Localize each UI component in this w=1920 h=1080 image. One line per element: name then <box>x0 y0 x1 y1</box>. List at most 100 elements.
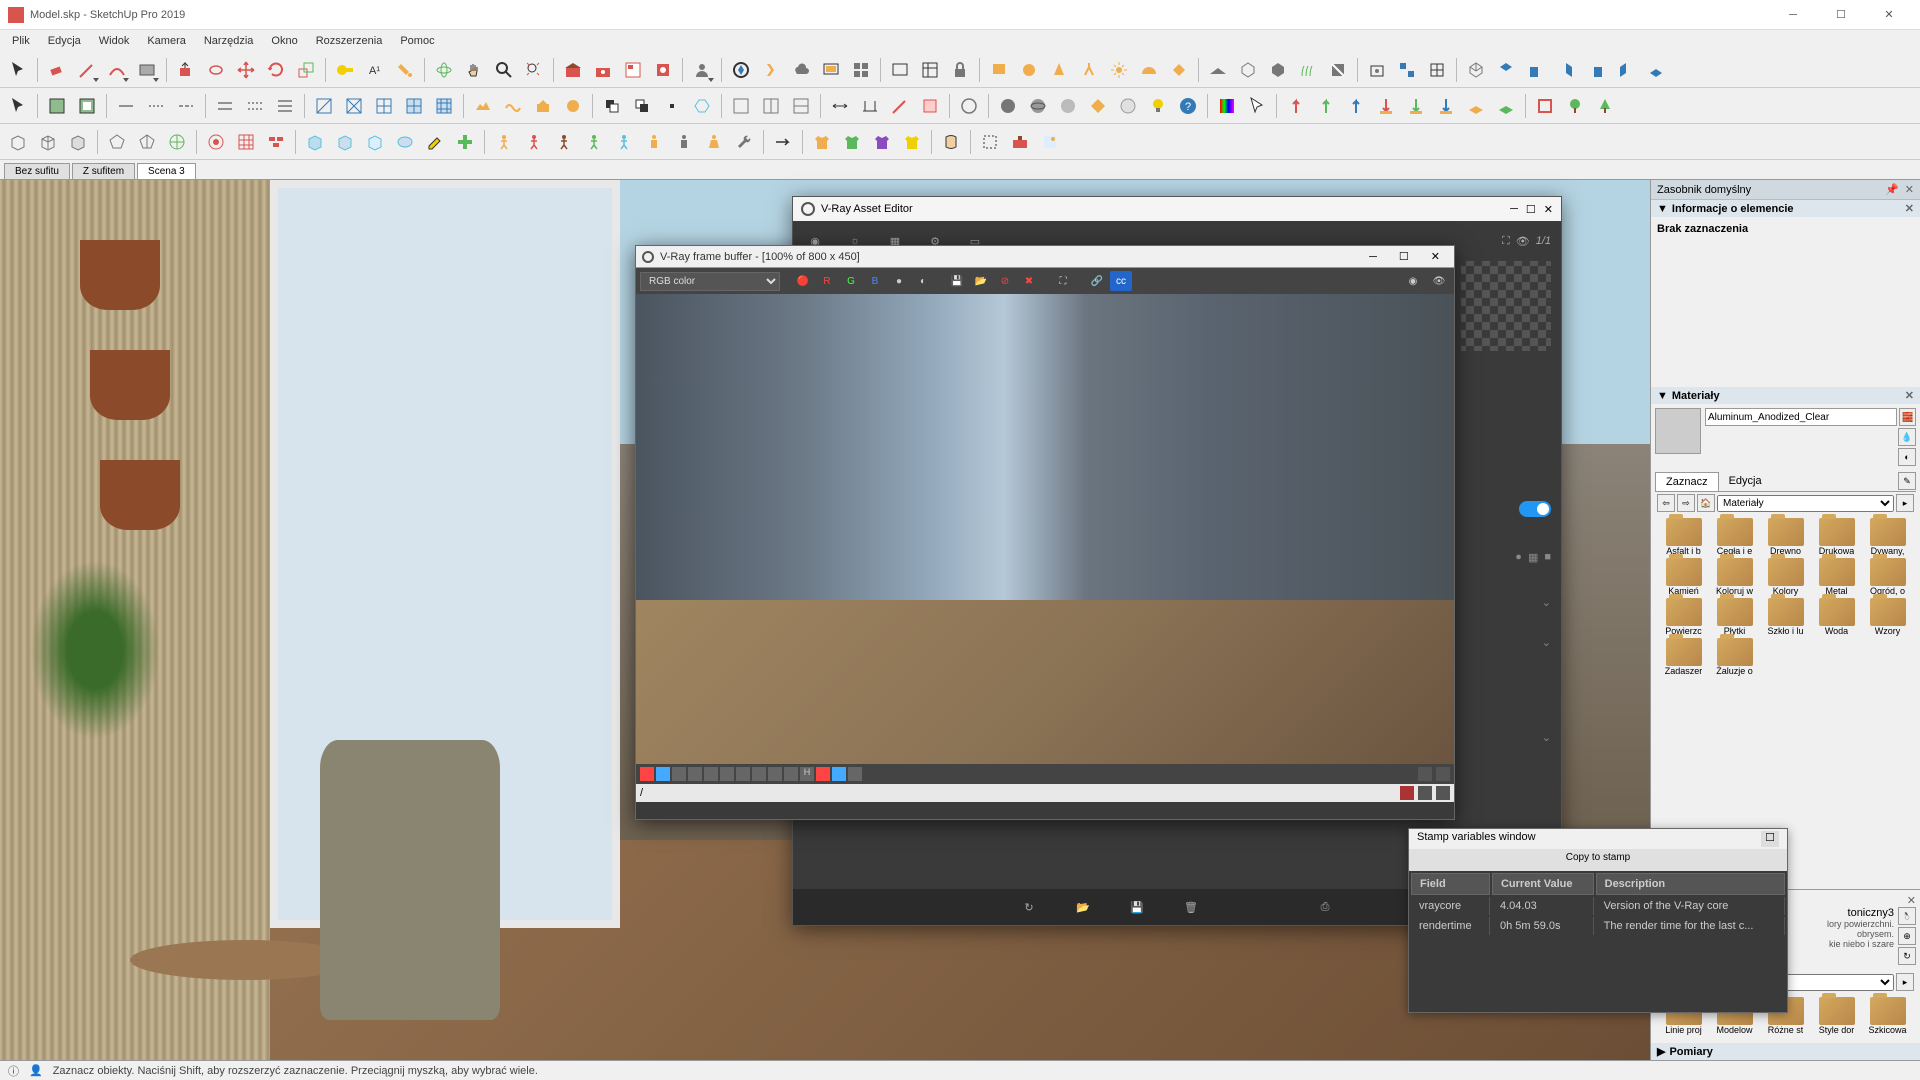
vray-asset-expand[interactable]: ⛶ <box>1502 235 1510 248</box>
top-view[interactable] <box>1492 56 1520 84</box>
material-folder[interactable]: Kolory <box>1761 558 1810 596</box>
vfb-b-button[interactable]: B <box>864 271 886 291</box>
vfb-status-rec[interactable] <box>1400 786 1414 800</box>
vfb-tool-2[interactable] <box>656 767 670 781</box>
figure-tool3[interactable] <box>550 128 578 156</box>
polyhedron-1[interactable] <box>103 128 131 156</box>
vray-light-sphere[interactable] <box>1015 56 1043 84</box>
material-folder[interactable]: Koloruj w <box>1710 558 1759 596</box>
style-folder[interactable]: Szkicowa <box>1863 997 1912 1035</box>
eraser-tool[interactable] <box>43 56 71 84</box>
maximize-button[interactable]: ☐ <box>1818 0 1864 30</box>
vray-asset-editor[interactable] <box>916 56 944 84</box>
select2-tool[interactable] <box>4 92 32 120</box>
vfb-cc-button[interactable]: cc <box>1110 271 1132 291</box>
vray-asset-titlebar[interactable]: V-Ray Asset Editor ─ ☐ ✕ <box>793 197 1561 221</box>
vray-toggle-switch[interactable] <box>1519 501 1551 517</box>
menu-view[interactable]: Widok <box>91 33 138 49</box>
materials-header[interactable]: ▼ Materiały ✕ <box>1651 387 1920 404</box>
vfb-lens-button[interactable]: 👁 <box>1428 271 1450 291</box>
vfb-tool-4[interactable] <box>688 767 702 781</box>
stamp-close[interactable]: ☐ <box>1761 831 1779 847</box>
vray-asset-minimize[interactable]: ─ <box>1510 203 1518 216</box>
grid-align[interactable] <box>232 128 260 156</box>
vray-interactive[interactable] <box>757 56 785 84</box>
vfb-history-button[interactable]: ◉ <box>1402 271 1424 291</box>
tray-pin-icon[interactable]: 📌 <box>1885 183 1899 196</box>
material-folder[interactable]: Asfalt i b <box>1659 518 1708 556</box>
vfb-status-btn2[interactable] <box>1436 786 1450 800</box>
shirt-purple[interactable] <box>868 128 896 156</box>
vray-clipper[interactable] <box>1324 56 1352 84</box>
user-profile[interactable] <box>688 56 716 84</box>
pushpull-tool[interactable] <box>172 56 200 84</box>
brick-tool[interactable] <box>262 128 290 156</box>
vfb-tool-9[interactable] <box>768 767 782 781</box>
material-folder[interactable]: Szkło i lu <box>1761 598 1810 636</box>
vfb-tool-11[interactable] <box>816 767 830 781</box>
dims-tool3[interactable] <box>886 92 914 120</box>
menu-tools[interactable]: Narzędzia <box>196 33 262 49</box>
left-view[interactable] <box>1612 56 1640 84</box>
vray-stamp3[interactable] <box>1423 56 1451 84</box>
vfb-status-btn1[interactable] <box>1418 786 1432 800</box>
vray-refresh-button[interactable]: ↻ <box>1017 895 1041 919</box>
arrow-tool[interactable] <box>769 128 797 156</box>
vray-batch[interactable] <box>847 56 875 84</box>
cursor-tool[interactable] <box>1243 92 1271 120</box>
materials-fwd-button[interactable]: ⇨ <box>1677 494 1695 512</box>
stamp-row[interactable]: rendertime0h 5m 59.0sThe render time for… <box>1411 917 1785 935</box>
misc-tool2[interactable] <box>976 128 1004 156</box>
misc-tool1[interactable] <box>937 128 965 156</box>
misc-tool4[interactable] <box>1036 128 1064 156</box>
style-update-button[interactable]: ै <box>1898 907 1916 925</box>
section-tool1[interactable] <box>727 92 755 120</box>
solid-tool4[interactable] <box>688 92 716 120</box>
shirt-yellow[interactable] <box>898 128 926 156</box>
rainbow-tool[interactable] <box>1213 92 1241 120</box>
user-icon[interactable]: 👤 <box>29 1064 43 1077</box>
sandbox4[interactable] <box>559 92 587 120</box>
material-preview-swatch[interactable] <box>1655 408 1701 454</box>
material-default-button[interactable]: ◐ <box>1898 448 1916 466</box>
vfb-tool-3[interactable] <box>672 767 686 781</box>
stamp-row[interactable]: vraycore4.04.03Version of the V-Ray core <box>1411 897 1785 915</box>
vray-asset-eye[interactable]: 👁 <box>1516 235 1530 248</box>
shape-circle[interactable] <box>955 92 983 120</box>
vfb-titlebar[interactable]: V-Ray frame buffer - [100% of 800 x 450]… <box>636 246 1454 268</box>
menu-edit[interactable]: Edycja <box>40 33 89 49</box>
zoom-tool[interactable] <box>490 56 518 84</box>
solid-tool3[interactable] <box>658 92 686 120</box>
component-tool[interactable] <box>1531 92 1559 120</box>
rectangle-tool[interactable] <box>133 56 161 84</box>
tape-tool[interactable] <box>331 56 359 84</box>
axis-blue-up[interactable] <box>1342 92 1370 120</box>
vray-chevron-1[interactable]: ⌄ <box>1542 596 1551 609</box>
material-folder[interactable]: Drewno <box>1761 518 1810 556</box>
axis-red-up[interactable] <box>1282 92 1310 120</box>
material-folder[interactable]: Kamień <box>1659 558 1708 596</box>
vray-preview-box[interactable]: ■ <box>1544 551 1551 564</box>
axis-green-down[interactable] <box>1402 92 1430 120</box>
material-folder[interactable]: Drukowa <box>1812 518 1861 556</box>
select-tool[interactable] <box>4 56 32 84</box>
vray-light-dome[interactable] <box>1135 56 1163 84</box>
vfb-tool-6[interactable] <box>720 767 734 781</box>
vray-stamp1[interactable] <box>1363 56 1391 84</box>
vfb-link-button[interactable]: 🔗 <box>1086 271 1108 291</box>
vray-light-omni[interactable] <box>1105 56 1133 84</box>
stamp-titlebar[interactable]: Stamp variables window ☐ <box>1409 829 1787 849</box>
material-dropper-button[interactable]: 💧 <box>1898 428 1916 446</box>
section-tool2[interactable] <box>757 92 785 120</box>
zoom-extents-tool[interactable] <box>520 56 548 84</box>
glass-box3[interactable] <box>361 128 389 156</box>
materials-tab-edit[interactable]: Edycja <box>1719 472 1772 491</box>
vray-proxy-import[interactable] <box>1264 56 1292 84</box>
polyhedron-2[interactable] <box>133 128 161 156</box>
vfb-load-button[interactable]: 📂 <box>970 271 992 291</box>
menu-camera[interactable]: Kamera <box>139 33 194 49</box>
vfb-close[interactable]: ✕ <box>1423 250 1448 263</box>
vfb-rgb-button[interactable]: 🔴 <box>792 271 814 291</box>
vray-stamp2[interactable] <box>1393 56 1421 84</box>
materials-tab-select[interactable]: Zaznacz <box>1655 472 1719 491</box>
